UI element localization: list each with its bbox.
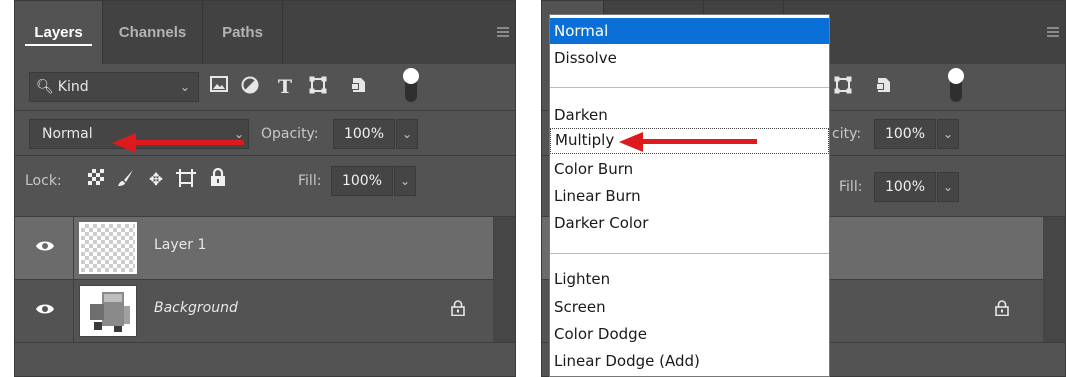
lock-position-icon[interactable]: ✥ <box>145 169 167 191</box>
blend-option-linear-dodge-add[interactable]: Linear Dodge (Add) <box>550 348 829 374</box>
panel-menu-icon[interactable] <box>1047 27 1059 37</box>
blend-option-darker-color[interactable]: Darker Color <box>550 210 829 236</box>
image-filter-icon[interactable] <box>208 76 230 98</box>
blend-option-color-dodge[interactable]: Color Dodge <box>550 321 829 347</box>
eye-icon[interactable] <box>35 302 55 320</box>
lock-label: Lock: <box>25 173 62 189</box>
blend-option-dissolve[interactable]: Dissolve <box>550 45 829 71</box>
opacity-label: Opacity: <box>261 126 319 142</box>
layer-thumbnail-transparent <box>79 222 137 274</box>
blend-option-darken[interactable]: Darken <box>550 102 829 128</box>
blend-mode-value: Normal <box>42 126 93 142</box>
layers-panel-left: Layers Channels Paths 🔍︎ Kind ⌄ T Normal … <box>14 0 516 377</box>
fill-field[interactable]: 100% <box>331 166 393 196</box>
opacity-label: city: <box>832 126 862 142</box>
fill-label: Fill: <box>839 179 863 195</box>
opacity-dropdown-button[interactable]: ⌄ <box>937 119 959 149</box>
layers-scrollbar[interactable] <box>493 217 515 342</box>
tab-layers[interactable]: Layers <box>15 1 103 64</box>
fill-field[interactable]: 100% <box>874 172 936 202</box>
layer-row-layer-1[interactable]: Layer 1 <box>15 217 495 279</box>
lock-artboard-icon[interactable] <box>175 169 197 191</box>
kind-label: Kind <box>57 79 89 95</box>
layer-thumbnail-image <box>79 285 137 337</box>
opacity-field[interactable]: 100% <box>333 119 395 149</box>
smart-object-filter-icon[interactable] <box>347 76 369 98</box>
shape-filter-icon[interactable] <box>832 76 854 98</box>
lock-all-icon[interactable] <box>207 167 229 190</box>
layer-name[interactable]: Layer 1 <box>154 237 206 253</box>
smart-object-filter-icon[interactable] <box>872 76 894 98</box>
layer-row-background[interactable]: Background <box>15 280 495 342</box>
blend-option-lighten[interactable]: Lighten <box>550 266 829 292</box>
lock-transparent-pixels-icon[interactable] <box>85 169 107 191</box>
panel-menu-icon[interactable] <box>497 27 509 37</box>
type-filter-icon[interactable]: T <box>274 76 296 98</box>
layer-name[interactable]: Background <box>154 300 238 316</box>
kind-filter-select[interactable]: 🔍︎ Kind ⌄ <box>29 72 199 102</box>
panel-tab-strip: Layers Channels Paths <box>15 1 515 64</box>
blend-option-screen[interactable]: Screen <box>550 294 829 320</box>
layer-lock-icon[interactable] <box>995 300 1009 320</box>
shape-filter-icon[interactable] <box>307 76 329 98</box>
blend-row: Normal ⌄ Opacity: 100% ⌄ <box>15 111 515 155</box>
fill-dropdown-button[interactable]: ⌄ <box>394 166 416 196</box>
blend-option-linear-burn[interactable]: Linear Burn <box>550 183 829 209</box>
tab-paths[interactable]: Paths <box>203 1 283 64</box>
blend-option-normal[interactable]: Normal <box>550 18 829 44</box>
layers-scrollbar[interactable] <box>1043 217 1065 342</box>
fill-label: Fill: <box>298 173 322 189</box>
opacity-dropdown-button[interactable]: ⌄ <box>396 119 418 149</box>
filter-toggle-switch[interactable] <box>403 68 419 102</box>
filter-row: 🔍︎ Kind ⌄ T <box>15 64 515 110</box>
lock-image-pixels-icon[interactable] <box>115 169 137 191</box>
lock-row: Lock: ✥ Fill: 100% ⌄ <box>15 156 515 216</box>
layer-lock-icon[interactable] <box>451 300 465 320</box>
adjustment-filter-icon[interactable] <box>239 76 261 98</box>
blend-option-color-burn[interactable]: Color Burn <box>550 156 829 182</box>
filter-toggle-switch[interactable] <box>948 68 964 102</box>
fill-dropdown-button[interactable]: ⌄ <box>937 172 959 202</box>
opacity-field[interactable]: 100% <box>874 119 936 149</box>
tab-channels[interactable]: Channels <box>103 1 203 64</box>
blend-mode-dropdown-list: Normal Dissolve Darken Multiply Color Bu… <box>549 14 830 377</box>
eye-icon[interactable] <box>35 239 55 257</box>
chevron-down-icon: ⌄ <box>179 80 190 94</box>
search-icon: 🔍︎ <box>36 79 54 95</box>
